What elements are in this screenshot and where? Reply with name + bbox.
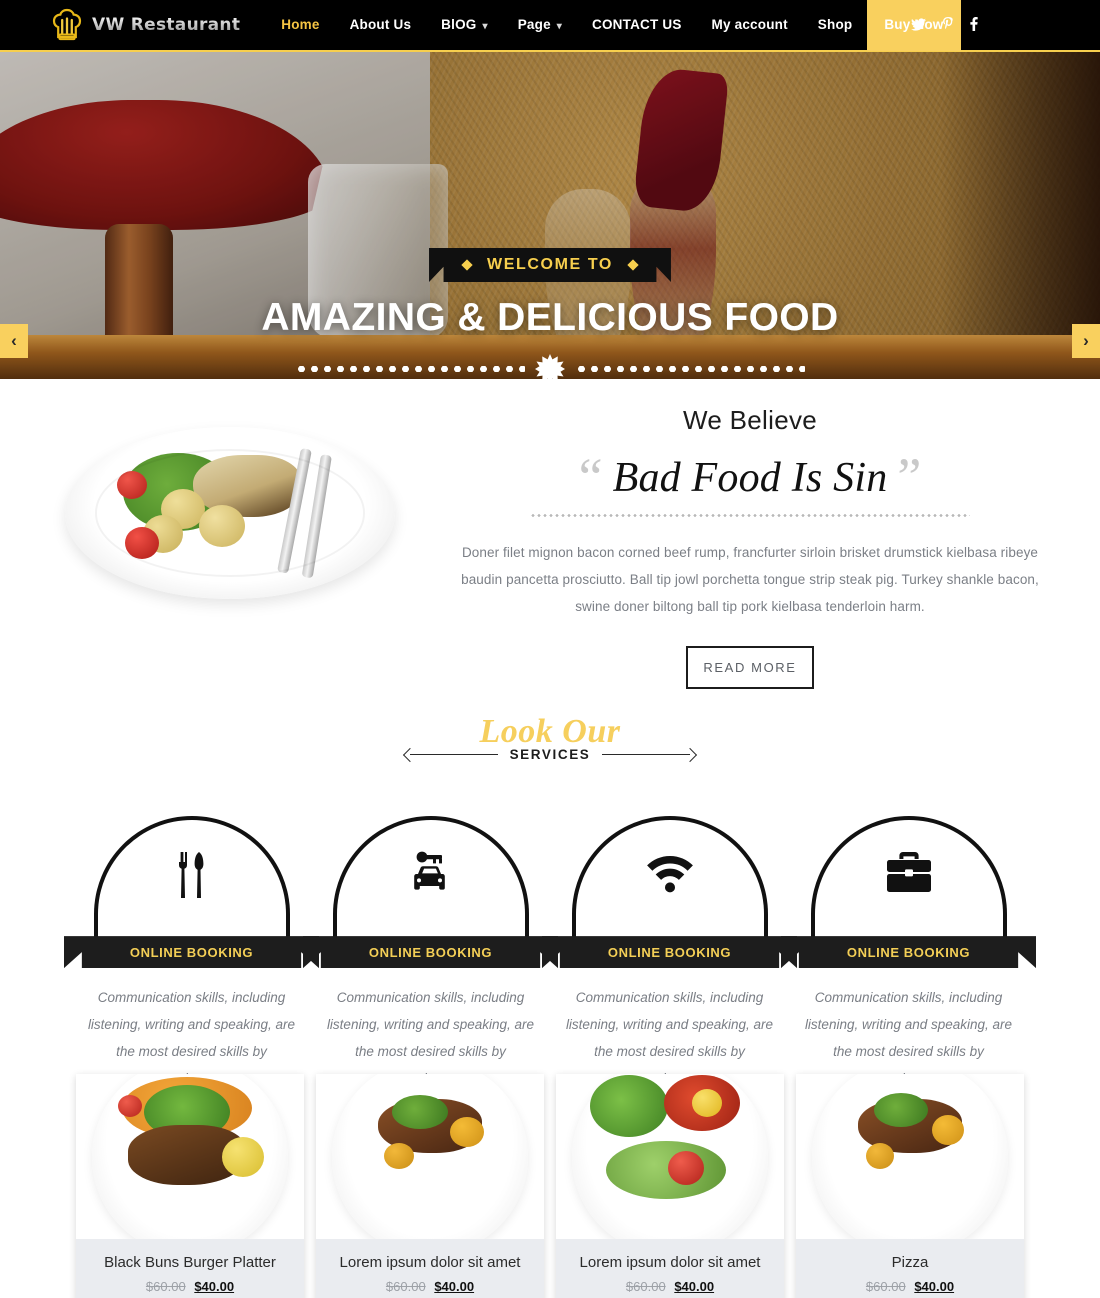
product-card[interactable]: Pizza $60.00 $40.00 [796, 1074, 1024, 1298]
product-price-new: $40.00 [674, 1279, 715, 1295]
quote-open-icon: “ [578, 447, 603, 507]
service-ribbon: ONLINE BOOKING [542, 936, 797, 969]
nav-item-blog[interactable]: BlOG ▾ [426, 0, 503, 51]
dotted-line-left [295, 366, 525, 372]
hero-title: AMAZING & DELICIOUS FOOD [261, 296, 839, 339]
wifi-icon [644, 850, 696, 899]
product-image [556, 1074, 784, 1240]
quote-close-icon: ” [897, 447, 922, 507]
product-price-new: $40.00 [194, 1279, 235, 1295]
main-menu: Home About Us BlOG ▾ Page ▾ CONTACT US My … [266, 0, 961, 51]
valet-parking-icon [408, 850, 454, 905]
hero-ribbon: WELCOME TO [429, 248, 671, 282]
product-price: $60.00 $40.00 [84, 1279, 296, 1294]
product-name: Black Buns Burger Platter [104, 1254, 276, 1272]
dotted-line-right [575, 366, 805, 372]
services-header-top: Look Our [479, 713, 621, 751]
service-card[interactable]: ONLINE BOOKING Communication skills, inc… [542, 816, 797, 1092]
product-price-old: $60.00 [385, 1279, 426, 1295]
fork-and-knife-icon [171, 850, 213, 905]
dotted-divider [530, 514, 970, 518]
product-card[interactable]: Lorem ipsum dolor sit amet $60.00 $40.00 [556, 1074, 784, 1298]
pinterest-icon[interactable] [942, 17, 954, 33]
hero-content: WELCOME TO AMAZING & DELICIOUS FOOD [0, 248, 1100, 379]
logo-text: VW Restaurant [92, 15, 241, 35]
believe-text-column: We Believe “ Bad Food Is Sin ” Doner fil… [460, 405, 1100, 690]
read-more-button[interactable]: READ MORE [686, 646, 814, 690]
slider-next-button[interactable]: › [1072, 324, 1100, 358]
products-row: Black Buns Burger Platter $60.00 $40.00 … [0, 1074, 1100, 1298]
product-name: Lorem ipsum dolor sit amet [579, 1254, 761, 1272]
product-price-new: $40.00 [914, 1279, 955, 1295]
briefcase-icon [885, 850, 933, 901]
food-plate-image [65, 427, 395, 599]
service-ribbon: ONLINE BOOKING [303, 936, 558, 969]
hero-slider: WELCOME TO AMAZING & DELICIOUS FOOD ‹ › [0, 52, 1100, 379]
fork-decor [277, 447, 312, 574]
product-price-old: $60.00 [865, 1279, 906, 1295]
product-card[interactable]: Black Buns Burger Platter $60.00 $40.00 [76, 1074, 304, 1298]
believe-body-text: Doner filet mignon bacon corned beef rum… [461, 545, 1039, 615]
product-info: Black Buns Burger Platter $60.00 $40.00 [76, 1239, 304, 1298]
service-card[interactable]: ONLINE BOOKING Communication skills, inc… [64, 816, 319, 1092]
twitter-icon[interactable] [911, 17, 926, 33]
product-image [796, 1074, 1024, 1240]
product-name: Lorem ipsum dolor sit amet [339, 1254, 521, 1272]
services-section: Look Our SERVICES ONLINE BOOKING Communi… [0, 689, 1100, 1092]
diamond-icon [461, 259, 473, 271]
believe-quote-text: Bad Food Is Sin [612, 455, 888, 501]
believe-quote: “ Bad Food Is Sin ” [460, 447, 1040, 507]
product-image [316, 1074, 544, 1240]
chevron-down-icon: ▾ [556, 21, 563, 32]
top-navbar: VW Restaurant Home About Us BlOG ▾ Page ▾ … [0, 0, 1100, 52]
facebook-icon[interactable] [970, 16, 978, 33]
service-card[interactable]: ONLINE BOOKING Communication skills, inc… [303, 816, 558, 1092]
nav-item-home[interactable]: Home [266, 0, 334, 51]
believe-heading: We Believe [682, 405, 818, 435]
product-price-old: $60.00 [145, 1279, 186, 1295]
header-rule-left [409, 754, 498, 756]
starburst-icon [535, 354, 565, 379]
hero-ribbon-text: WELCOME TO [487, 256, 613, 273]
chef-hat-icon [50, 7, 84, 43]
social-links [911, 16, 978, 33]
header-rule-right [602, 754, 691, 756]
knife-decor [301, 454, 332, 579]
product-info: Lorem ipsum dolor sit amet $60.00 $40.00 [556, 1239, 784, 1298]
believe-image-column [0, 405, 460, 689]
service-card[interactable]: ONLINE BOOKING Communication skills, inc… [781, 816, 1036, 1092]
nav-item-about-us[interactable]: About Us [335, 0, 427, 51]
product-price-old: $60.00 [625, 1279, 666, 1295]
nav-item-shop[interactable]: Shop [803, 0, 868, 51]
product-info: Pizza $60.00 $40.00 [796, 1239, 1024, 1298]
diamond-icon [627, 259, 639, 271]
nav-item-contact-us[interactable]: CONTACT US [577, 0, 697, 51]
product-name: Pizza [891, 1254, 929, 1272]
nav-item-page[interactable]: Page ▾ [503, 0, 577, 51]
slider-prev-button[interactable]: ‹ [0, 324, 28, 358]
services-header-sub: SERVICES [509, 747, 591, 763]
product-card[interactable]: Lorem ipsum dolor sit amet $60.00 $40.00 [316, 1074, 544, 1298]
chevron-down-icon: ▾ [482, 21, 488, 32]
product-info: Lorem ipsum dolor sit amet $60.00 $40.00 [316, 1239, 544, 1298]
hero-separator [295, 354, 805, 379]
service-ribbon: ONLINE BOOKING [781, 936, 1036, 969]
services-header: Look Our SERVICES [0, 713, 1100, 762]
service-ribbon: ONLINE BOOKING [64, 936, 319, 969]
site-logo[interactable]: VW Restaurant [50, 7, 240, 43]
we-believe-section: We Believe “ Bad Food Is Sin ” Doner fil… [0, 379, 1100, 690]
product-price: $60.00 $40.00 [804, 1279, 1016, 1294]
product-price: $60.00 $40.00 [564, 1279, 776, 1294]
services-row: ONLINE BOOKING Communication skills, inc… [0, 816, 1100, 1092]
product-price: $60.00 $40.00 [324, 1279, 536, 1294]
nav-item-my-account[interactable]: My account [697, 0, 803, 51]
product-image [76, 1074, 304, 1240]
product-price-new: $40.00 [434, 1279, 475, 1295]
